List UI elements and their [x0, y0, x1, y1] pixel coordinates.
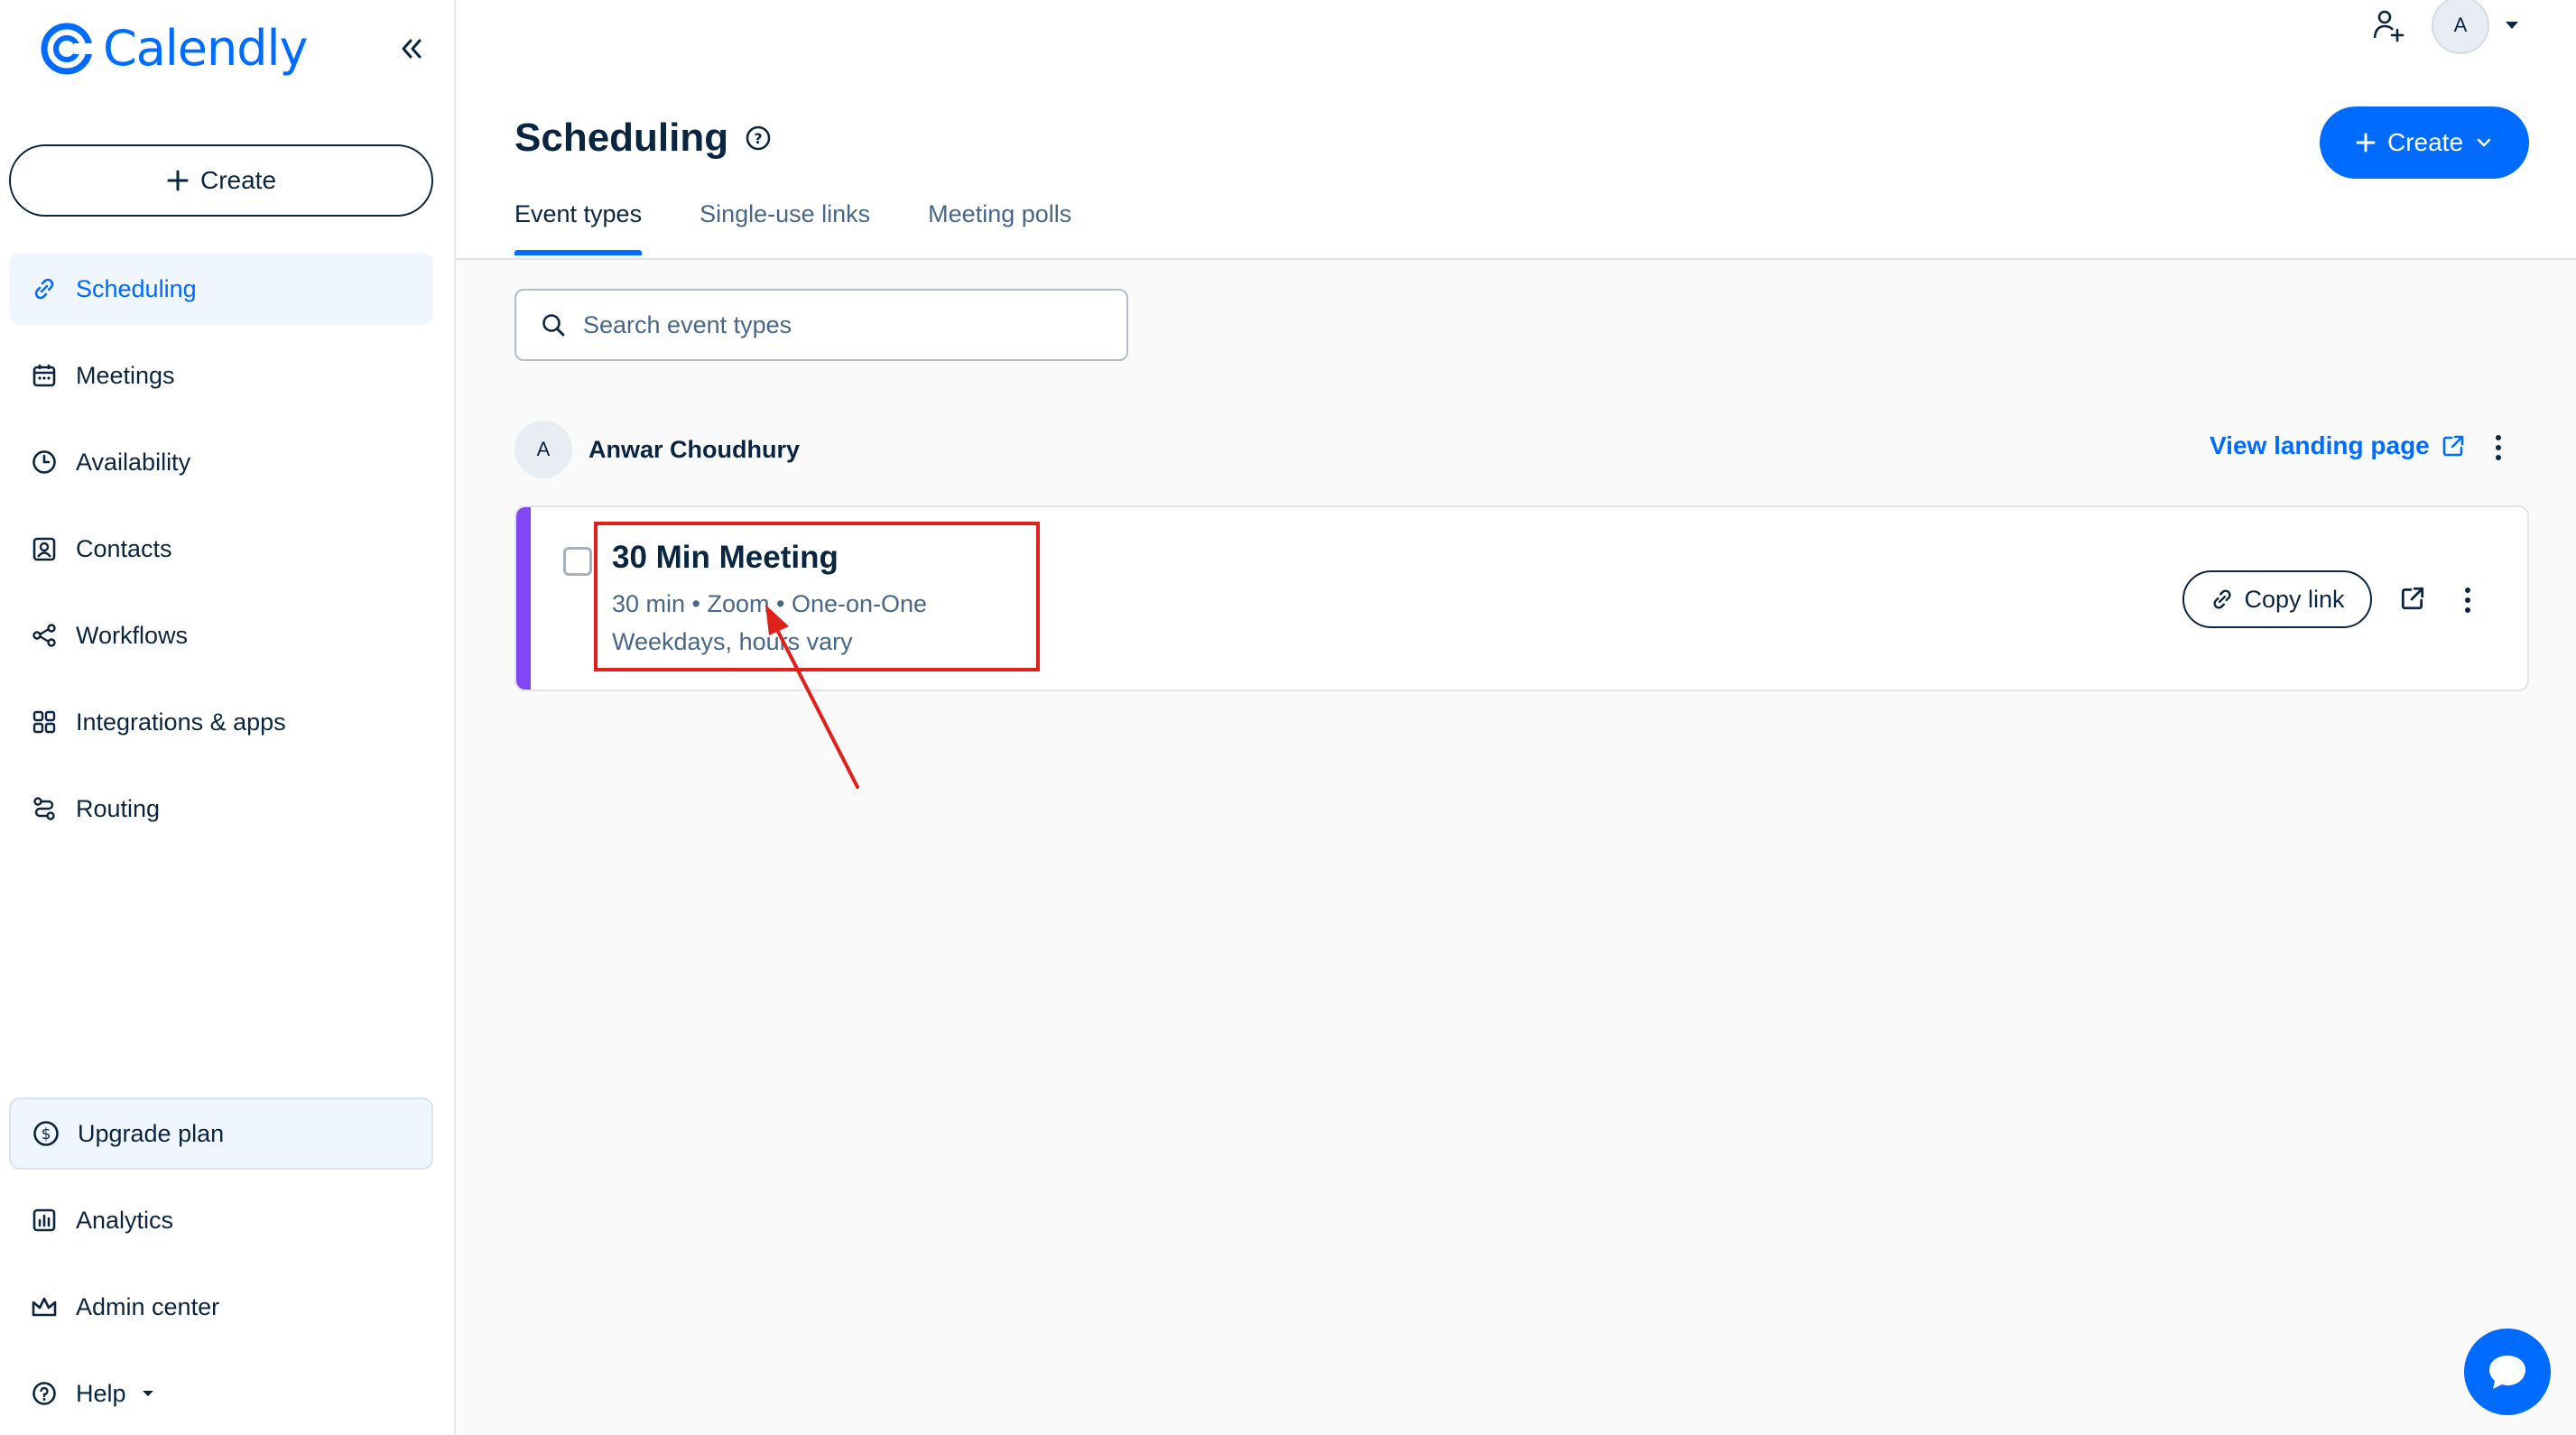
event-more-menu[interactable]: [2457, 585, 2479, 620]
external-link-icon: [2401, 587, 2424, 610]
view-landing-page-label: View landing page: [2210, 431, 2430, 459]
avatar: A: [2432, 0, 2489, 54]
create-button-label: Create: [2386, 128, 2464, 156]
caret-down-icon: [2506, 22, 2518, 29]
topbar: A: [2370, 0, 2522, 54]
caret-down-icon: [142, 1391, 153, 1396]
owner-row: A Anwar Choudhury: [514, 421, 800, 478]
link-icon: [29, 273, 60, 304]
tab-event-types[interactable]: Event types: [514, 200, 643, 255]
calendly-logo-icon: [41, 23, 94, 74]
vertical-dots-icon: [2496, 435, 2501, 460]
sidebar-item-contacts[interactable]: Contacts: [9, 513, 433, 585]
sidebar-item-label: Workflows: [76, 621, 189, 649]
calendar-icon: [29, 360, 60, 391]
sidebar-item-label: Routing: [76, 794, 161, 822]
page-title: Scheduling ?: [514, 116, 772, 161]
sidebar-item-integrations[interactable]: Integrations & apps: [9, 686, 433, 758]
logo-text: Calendly: [103, 20, 308, 77]
sidebar-item-label: Availability: [76, 448, 191, 476]
account-menu[interactable]: A: [2432, 0, 2522, 54]
calendly-logo[interactable]: Calendly: [40, 20, 308, 77]
dollar-circle-icon: $: [31, 1118, 61, 1149]
chat-widget-button[interactable]: [2464, 1329, 2551, 1415]
create-button[interactable]: Create: [2320, 106, 2529, 179]
sidebar-item-scheduling[interactable]: Scheduling: [9, 253, 433, 325]
sidebar-item-workflows[interactable]: Workflows: [9, 599, 433, 671]
external-link-icon: [2442, 435, 2464, 457]
vertical-dots-icon: [2465, 588, 2470, 613]
plus-icon: [2356, 133, 2376, 153]
annotation-arrow: [765, 605, 859, 789]
grid-icon: [29, 707, 60, 737]
sidebar-create-label: Create: [199, 166, 277, 194]
sidebar-item-label: Integrations & apps: [76, 708, 286, 736]
sidebar: Calendly Create Scheduling Meetings Avai…: [0, 0, 456, 1435]
view-landing-page-link[interactable]: View landing page: [2210, 431, 2466, 460]
search-input[interactable]: [583, 310, 1089, 339]
open-event-link[interactable]: [2399, 585, 2426, 616]
owner-more-menu[interactable]: [2488, 431, 2509, 468]
tab-single-use-links[interactable]: Single-use links: [700, 200, 870, 255]
clock-icon: [29, 447, 60, 477]
upgrade-plan-button[interactable]: $ Upgrade plan: [9, 1097, 433, 1170]
sidebar-item-meetings[interactable]: Meetings: [9, 339, 433, 412]
contact-card-icon: [29, 533, 60, 564]
sidebar-item-label: Analytics: [76, 1206, 174, 1234]
link-icon: [2213, 589, 2232, 609]
workflow-icon: [29, 620, 60, 651]
search-icon: [542, 314, 565, 337]
copy-link-button[interactable]: Copy link: [2182, 570, 2372, 628]
page-title-text: Scheduling: [514, 116, 729, 160]
double-chevron-left-icon: [402, 39, 422, 59]
collapse-sidebar-button[interactable]: [394, 31, 430, 67]
sidebar-item-help[interactable]: Help: [9, 1357, 433, 1430]
svg-text:?: ?: [754, 130, 762, 147]
help-icon[interactable]: ?: [745, 125, 772, 152]
sidebar-item-label: Scheduling: [76, 274, 197, 302]
routing-icon: [29, 793, 60, 824]
help-circle-icon: [29, 1378, 60, 1409]
sidebar-item-label: Meetings: [76, 361, 175, 389]
upgrade-plan-label: Upgrade plan: [78, 1119, 225, 1147]
sidebar-item-label: Help: [76, 1379, 126, 1407]
chat-bubble-icon: [2489, 1356, 2525, 1389]
copy-link-label: Copy link: [2244, 585, 2345, 613]
tabs-divider: [456, 258, 2576, 260]
sidebar-item-analytics[interactable]: Analytics: [9, 1184, 433, 1256]
owner-avatar: A: [514, 421, 572, 478]
svg-text:$: $: [42, 1125, 51, 1143]
tab-bar: Event types Single-use links Meeting pol…: [514, 200, 1071, 255]
sidebar-item-label: Admin center: [76, 1292, 220, 1320]
search-box: [514, 289, 1128, 361]
crown-icon: [29, 1292, 60, 1322]
add-person-icon[interactable]: [2370, 7, 2406, 43]
plus-icon: [167, 170, 189, 191]
sidebar-item-availability[interactable]: Availability: [9, 426, 433, 498]
sidebar-create-button[interactable]: Create: [9, 144, 433, 217]
event-select-checkbox[interactable]: [563, 547, 592, 576]
sidebar-item-label: Contacts: [76, 534, 172, 562]
owner-name: Anwar Choudhury: [588, 435, 800, 463]
bar-chart-icon: [29, 1205, 60, 1236]
sidebar-item-routing[interactable]: Routing: [9, 773, 433, 845]
tab-meeting-polls[interactable]: Meeting polls: [928, 200, 1071, 255]
sidebar-item-admin-center[interactable]: Admin center: [9, 1271, 433, 1343]
chevron-down-icon: [2477, 138, 2491, 147]
event-color-stripe: [516, 507, 531, 690]
